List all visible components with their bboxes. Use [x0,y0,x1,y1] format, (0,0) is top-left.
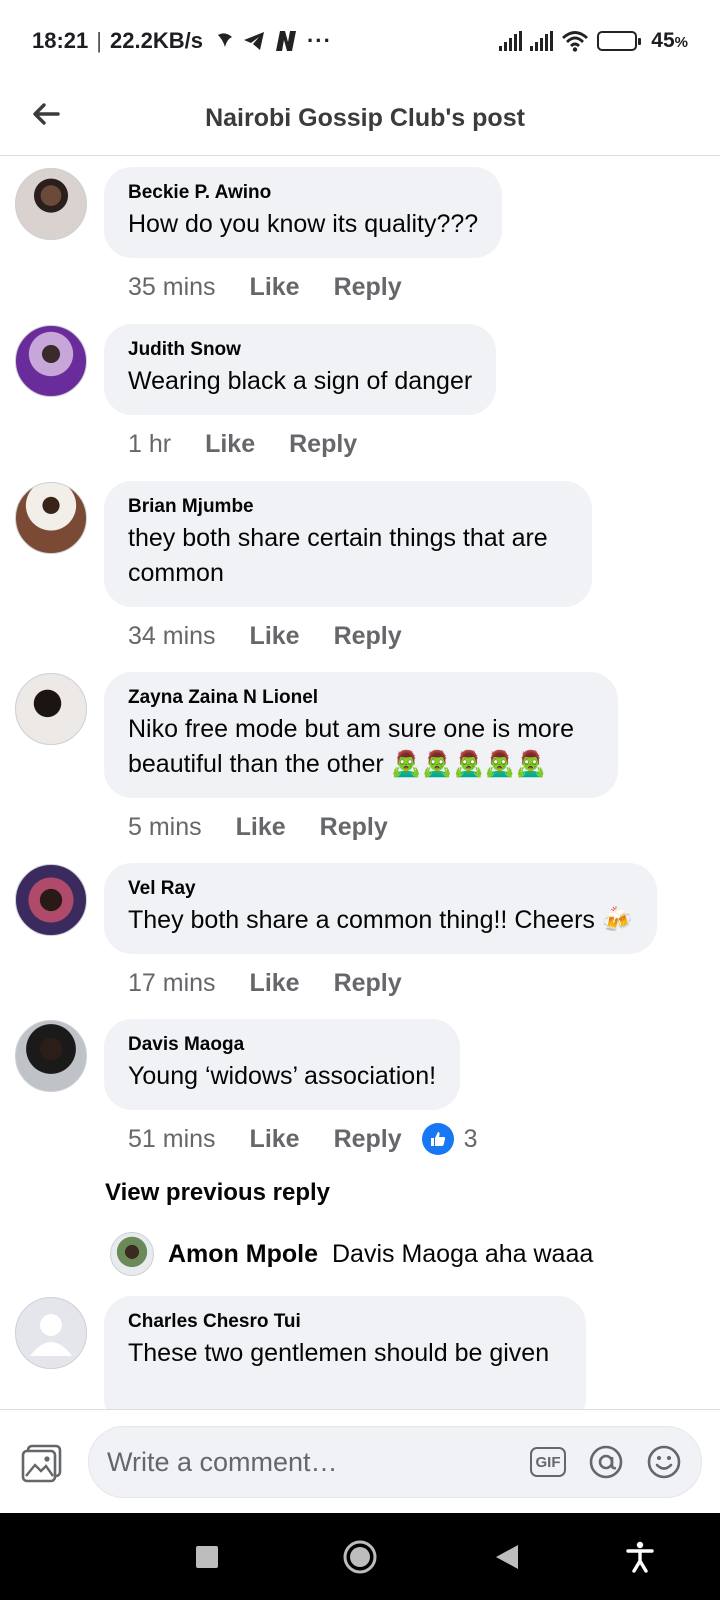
comment-text: they both share certain things that are … [128,524,548,587]
comment-time[interactable]: 51 mins [128,1125,216,1154]
mention-button[interactable] [587,1443,625,1481]
at-sign-icon [589,1445,623,1479]
comment-bubble[interactable]: Zayna Zaina N Lionel Niko free mode but … [104,672,618,798]
avatar[interactable] [15,1297,87,1369]
reply-button[interactable]: Reply [334,969,402,998]
comment-author[interactable]: Davis Maoga [128,1033,436,1057]
view-previous-reply-link[interactable]: View previous reply [105,1179,330,1207]
reaction-count: 3 [463,1124,478,1153]
comment-actions: 35 mins Like Reply [128,270,436,304]
comment-input[interactable]: Write a comment… GIF [88,1426,702,1498]
like-button[interactable]: Like [205,430,255,459]
comment-text: Young ‘widows’ association! [128,1062,437,1090]
like-button[interactable]: Like [236,813,286,842]
like-button[interactable]: Like [250,1125,300,1154]
comment-text: They both share a common thing!! Cheers … [128,906,633,934]
notification-app-icon [217,33,232,47]
comment-author[interactable]: Beckie P. Awino [128,181,478,205]
triangle-back-icon [496,1545,518,1569]
comment-bubble[interactable]: Brian Mjumbe they both share certain thi… [104,481,592,607]
comment-time[interactable]: 35 mins [128,273,216,302]
photo-icon [21,1444,62,1483]
comment-bubble[interactable]: Vel Ray They both share a common thing!!… [104,863,657,954]
comment-time[interactable]: 17 mins [128,969,216,998]
comment-text: Niko free mode but am sure one is more b… [128,715,575,778]
comment-bubble[interactable]: Judith Snow Wearing black a sign of dang… [104,324,497,415]
comment-text: Wearing black a sign of danger [128,367,473,395]
comment-actions: 17 mins Like Reply [128,966,436,1000]
network-speed: 22.2KB/s [110,28,203,53]
avatar[interactable] [15,325,87,397]
avatar[interactable] [15,864,87,936]
avatar[interactable] [15,168,87,240]
arrow-left-icon [33,103,60,125]
battery-percent: 45 [651,29,675,52]
like-button[interactable]: Like [250,969,300,998]
circle-icon [343,1540,377,1574]
reply-button[interactable]: Reply [289,430,357,459]
reply-author[interactable]: Amon Mpole [168,1240,318,1269]
like-button[interactable]: Like [250,622,300,651]
wifi-icon [562,31,589,52]
photo-button[interactable] [20,1442,64,1484]
accessibility-button[interactable] [618,1535,662,1579]
avatar[interactable] [15,482,87,554]
comment-actions: 1 hr Like Reply [128,427,391,461]
comment-actions: 5 mins Like Reply [128,810,422,844]
post-header: Nairobi Gossip Club's post [0,82,720,156]
signal-1-icon [499,31,523,51]
status-bar: 18:21 | 22.2KB/s ··· 45% [32,28,688,53]
back-nav-button[interactable] [485,1535,529,1579]
gif-button[interactable]: GIF [529,1443,567,1481]
square-icon [196,1546,218,1568]
comment-actions: 34 mins Like Reply [128,619,436,653]
comment-author[interactable]: Brian Mjumbe [128,495,568,519]
reply-text: Davis Maoga aha waaa [332,1239,594,1268]
comment-text: These two gentlemen should be given [128,1339,550,1367]
recents-button[interactable] [185,1535,229,1579]
emoji-button[interactable] [645,1443,683,1481]
comment-input-placeholder: Write a comment… [107,1446,338,1477]
comment-actions: 51 mins Like Reply 3 [128,1122,478,1156]
telegram-icon [243,32,264,50]
signal-2-icon [530,31,554,51]
comment-author[interactable]: Zayna Zaina N Lionel [128,686,594,710]
comment-time[interactable]: 5 mins [128,813,202,842]
like-button[interactable]: Like [250,273,300,302]
comment-author[interactable]: Vel Ray [128,877,633,901]
reply-button[interactable]: Reply [320,813,388,842]
reply-item: Amon Mpole Davis Maoga aha waaa [110,1232,593,1276]
comment-author[interactable]: Judith Snow [128,338,472,362]
home-button[interactable] [338,1535,382,1579]
status-time: 18:21 [32,28,89,53]
reply-button[interactable]: Reply [334,622,402,651]
emoji-icon [647,1445,681,1479]
comment-author[interactable]: Charles Chesro Tui [128,1310,562,1334]
reaction-summary[interactable]: 3 [421,1123,478,1155]
reply-button[interactable]: Reply [334,273,402,302]
system-navigation-bar [0,1513,720,1600]
comments-list: Beckie P. Awino How do you know its qual… [0,157,720,1409]
battery-icon [597,31,642,51]
comment-text: How do you know its quality??? [128,210,479,238]
netflix-icon [275,31,296,51]
thumbs-up-icon [421,1123,454,1155]
default-avatar-icon [30,1314,72,1356]
reply-button[interactable]: Reply [334,1125,402,1154]
more-notifications-icon: ··· [306,28,332,53]
comment-time[interactable]: 34 mins [128,622,216,651]
back-button[interactable] [26,94,66,134]
page-title: Nairobi Gossip Club's post [205,104,525,132]
comment-bubble[interactable]: Charles Chesro Tui These two gentlemen s… [104,1296,586,1409]
comment-bubble[interactable]: Davis Maoga Young ‘widows’ association! [104,1019,461,1110]
comment-composer: Write a comment… GIF [0,1409,720,1513]
gif-icon: GIF [530,1447,566,1477]
comment-bubble[interactable]: Beckie P. Awino How do you know its qual… [104,167,503,258]
accessibility-icon [626,1541,654,1573]
avatar[interactable] [15,1020,87,1092]
avatar[interactable] [110,1232,154,1276]
avatar[interactable] [15,673,87,745]
comment-time[interactable]: 1 hr [128,430,171,459]
